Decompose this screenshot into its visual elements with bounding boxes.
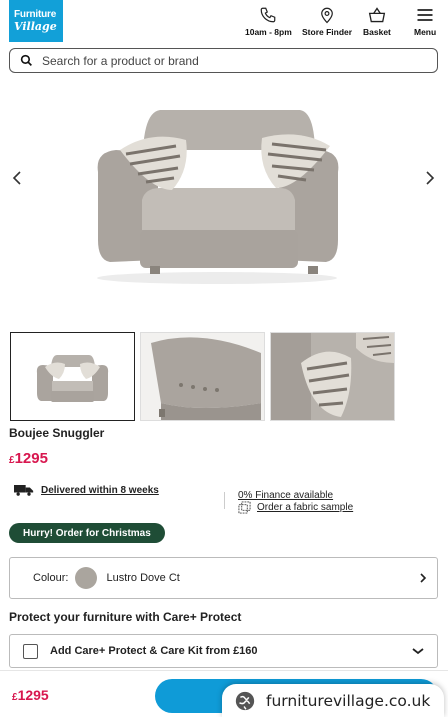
info-divider (224, 492, 225, 509)
product-title: Boujee Snuggler (9, 426, 105, 440)
search-icon (20, 54, 32, 66)
previous-image-arrow[interactable] (9, 170, 25, 186)
colour-label: Colour: (33, 572, 69, 584)
furniture-village-logo[interactable]: Furniture Village (9, 0, 63, 42)
opening-hours-label: 10am - 8pm (245, 27, 292, 37)
sticky-price: £1295 (12, 687, 49, 703)
hamburger-menu-icon (417, 9, 433, 21)
colour-selector[interactable]: Colour: Lustro Dove Ct (9, 557, 438, 599)
menu-button[interactable]: Menu (414, 6, 436, 37)
thumbnail-strip (10, 332, 395, 421)
product-main-image[interactable] (0, 90, 448, 305)
next-image-arrow[interactable] (422, 170, 438, 186)
phone-icon (261, 7, 276, 23)
delivery-truck-icon (14, 485, 34, 496)
chevron-right-icon (420, 573, 427, 583)
thumbnail-cushion-detail[interactable] (270, 332, 395, 421)
fabric-sample-icon (238, 501, 251, 514)
thumbnail-front[interactable] (10, 332, 135, 421)
care-protect-option[interactable]: Add Care+ Protect & Care Kit from £160 (9, 634, 438, 668)
search-bar[interactable] (9, 48, 438, 73)
basket-link[interactable]: Basket (363, 6, 391, 37)
sticky-price-value: 1295 (17, 687, 49, 703)
globe-icon (235, 691, 255, 710)
delivery-info: Delivered within 8 weeks (14, 484, 159, 496)
browser-url-pill[interactable]: furniturevillage.co.uk (222, 684, 444, 717)
chevron-right-icon (426, 171, 435, 185)
opening-hours-link[interactable]: 10am - 8pm (245, 6, 292, 37)
thumbnail-arm-detail[interactable] (140, 332, 265, 421)
product-price: £1295 (9, 450, 48, 467)
chevron-left-icon (12, 171, 21, 185)
site-header: Furniture Village 10am - 8pm Store Finde… (0, 0, 448, 44)
chevron-down-icon (412, 648, 424, 655)
christmas-badge: Hurry! Order for Christmas (9, 523, 165, 543)
menu-label: Menu (414, 27, 437, 37)
order-fabric-sample-link[interactable]: Order a fabric sample (257, 502, 353, 513)
url-text: furniturevillage.co.uk (266, 691, 431, 710)
basket-icon (368, 7, 386, 23)
store-finder-label: Store Finder (302, 27, 353, 37)
colour-swatch (75, 567, 98, 589)
store-finder-link[interactable]: Store Finder (302, 6, 352, 37)
care-protect-label: Add Care+ Protect & Care Kit from £160 (50, 645, 258, 657)
finance-available-link[interactable]: 0% Finance available (238, 490, 333, 501)
location-pin-icon (321, 7, 333, 24)
care-protect-checkbox[interactable] (23, 643, 38, 659)
price-value: 1295 (14, 450, 48, 467)
basket-label: Basket (363, 27, 391, 37)
care-protect-heading: Protect your furniture with Care+ Protec… (9, 610, 242, 624)
search-input[interactable] (42, 53, 402, 68)
fabric-sample-info: Order a fabric sample (238, 501, 353, 514)
colour-value: Lustro Dove Ct (106, 572, 180, 584)
delivered-within-link[interactable]: Delivered within 8 weeks (41, 485, 159, 496)
